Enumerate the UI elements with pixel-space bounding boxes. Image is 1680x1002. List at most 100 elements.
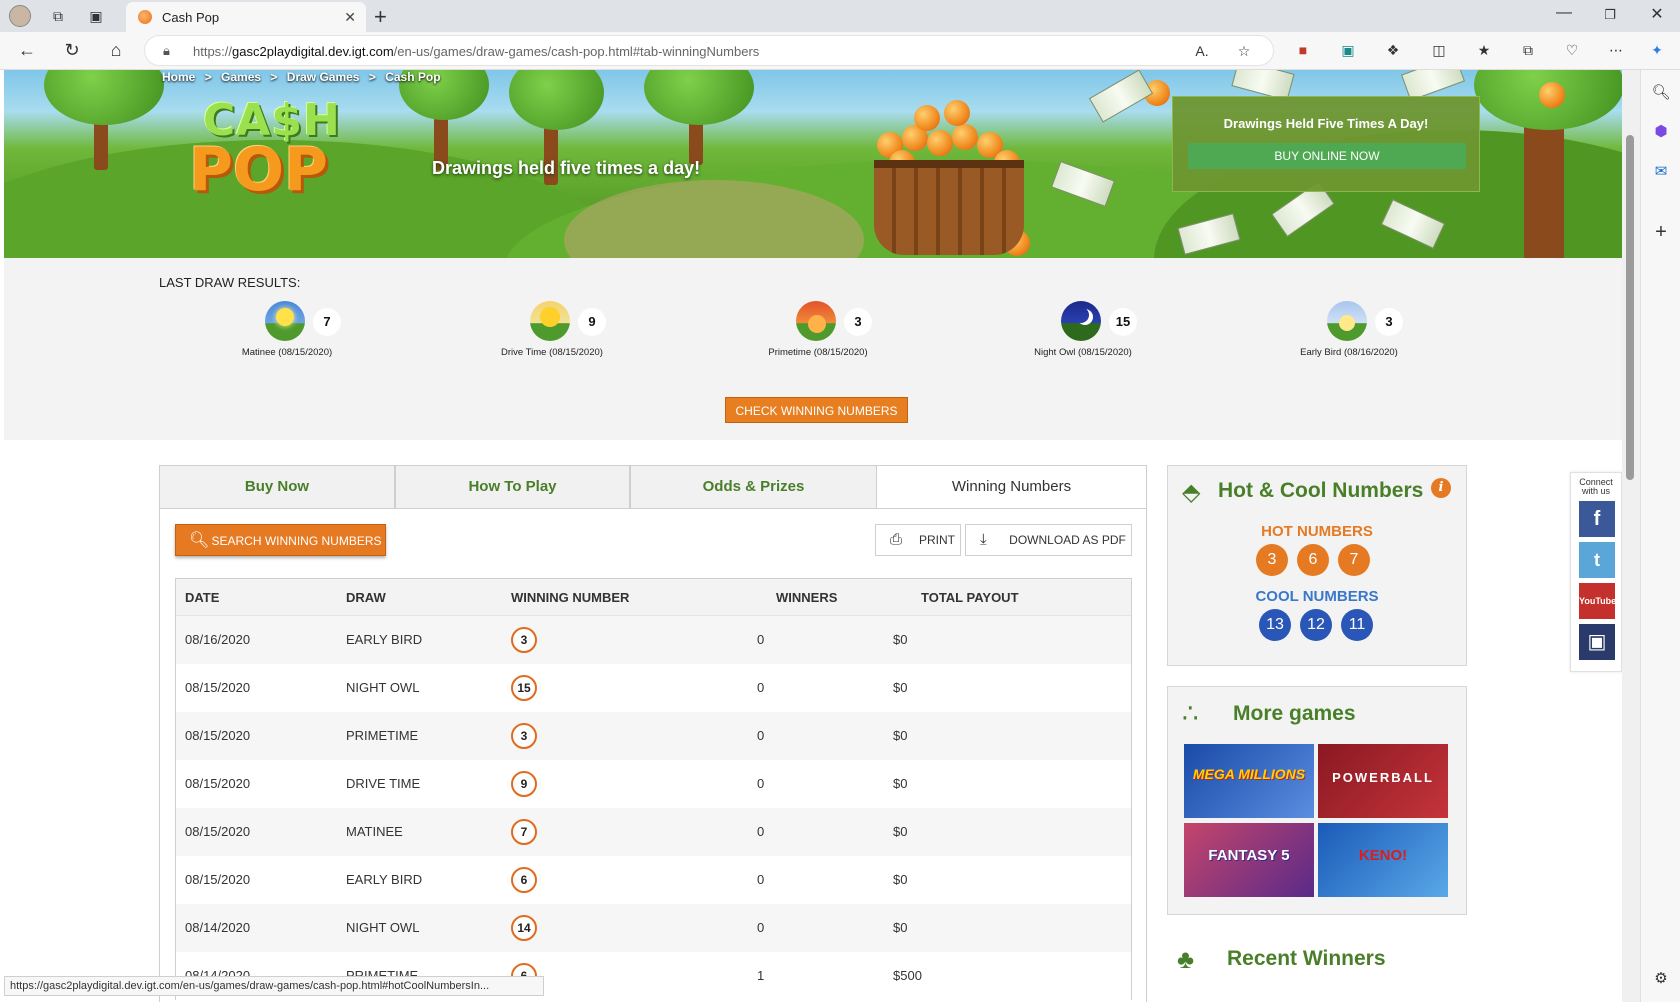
row-draw: EARLY BIRD	[346, 632, 423, 647]
restore-icon[interactable]: ❐	[1595, 7, 1625, 23]
draw-number: 3	[844, 308, 872, 336]
hot-number-ball: 3	[1256, 544, 1288, 576]
game-tile-mega-millions[interactable]: MEGA MILLIONS	[1184, 744, 1314, 818]
buy-online-now-button[interactable]: BUY ONLINE NOW	[1188, 143, 1466, 169]
draw-number: 7	[313, 308, 341, 336]
extension-teal-icon[interactable]: ▣	[1339, 41, 1357, 59]
row-date: 08/16/2020	[185, 632, 251, 647]
read-aloud-icon[interactable]: A.	[1193, 42, 1211, 60]
buy-box-heading: Drawings Held Five Times A Day!	[1223, 116, 1429, 131]
cool-number-ball: 13	[1259, 609, 1291, 641]
breadcrumb: Home > Games > Draw Games > Cash Pop	[162, 70, 441, 84]
game-tile-fantasy-5[interactable]: FANTASY 5	[1184, 823, 1314, 897]
extensions-puzzle-icon[interactable]: ❖	[1384, 41, 1402, 59]
row-payout: $0	[893, 920, 908, 935]
tab-buy-now[interactable]: Buy Now	[159, 465, 395, 509]
game-tile-powerball[interactable]: POWERBALL	[1318, 744, 1448, 818]
hero-banner: Home > Games > Draw Games > Cash Pop CA$…	[4, 70, 1622, 258]
split-screen-icon[interactable]: ◫	[1430, 41, 1448, 59]
search-winning-numbers-button[interactable]: 🔍︎ SEARCH WINNING NUMBERS	[175, 524, 386, 556]
row-draw: DRIVE TIME	[346, 776, 421, 791]
row-date: 08/15/2020	[185, 680, 251, 695]
tab-winning-numbers[interactable]: Winning Numbers	[876, 465, 1147, 509]
home-icon[interactable]: ⌂	[105, 40, 127, 61]
sunset-icon	[796, 301, 836, 341]
close-tab-icon[interactable]: ✕	[344, 9, 356, 26]
copilot-sidebar-icon[interactable]: ⬢	[1650, 121, 1672, 143]
draw-number: 3	[1375, 308, 1403, 336]
collections-icon[interactable]: ⧉	[1519, 41, 1537, 59]
hot-number-ball: 7	[1338, 544, 1370, 576]
draw-number: 9	[578, 308, 606, 336]
row-date: 08/15/2020	[185, 728, 251, 743]
row-draw: NIGHT OWL	[346, 920, 420, 935]
game-tile-keno[interactable]: KENO!	[1318, 823, 1448, 897]
table-body: 08/16/2020 EARLY BIRD 3 0 $0 08/15/2020 NIGHT …	[176, 616, 1131, 1000]
download-pdf-button[interactable]: ⤓ DOWNLOAD AS PDF	[965, 524, 1132, 556]
refresh-icon[interactable]: ↻	[61, 40, 83, 61]
winning-number-ball: 6	[511, 867, 537, 893]
sidebar-settings-icon[interactable]: ⚙	[1650, 968, 1672, 990]
hot-number-ball: 6	[1297, 544, 1329, 576]
tab-odds-prizes[interactable]: Odds & Prizes	[630, 465, 877, 509]
tag-icon: ⬘	[1182, 479, 1201, 506]
draw-result-drive-time: 9 Drive Time (08/15/2020)	[490, 301, 690, 361]
edge-sidebar: 🔍︎ ⬢ ✉ + ⚙	[1640, 70, 1680, 1002]
row-date: 08/15/2020	[185, 872, 251, 887]
draw-caption: Primetime (08/15/2020)	[768, 347, 868, 358]
extension-red-icon[interactable]: ■	[1294, 41, 1312, 59]
youtube-icon[interactable]: YouTube	[1579, 583, 1616, 619]
favorites-icon[interactable]: ★	[1475, 41, 1493, 59]
facebook-icon[interactable]: f	[1579, 501, 1615, 537]
breadcrumb-home[interactable]: Home	[162, 70, 195, 84]
more-menu-icon[interactable]: ⋯	[1607, 41, 1625, 59]
copilot-icon[interactable]: ✦	[1648, 41, 1666, 59]
info-icon[interactable]: i	[1431, 478, 1451, 498]
moon-icon	[1061, 301, 1101, 341]
row-winners: 0	[757, 824, 765, 839]
minimize-icon[interactable]: —	[1549, 4, 1579, 22]
workspaces-icon[interactable]: ⧉	[47, 5, 69, 27]
instagram-icon[interactable]: ▣	[1579, 624, 1615, 660]
social-connect-bar: Connect with us f t YouTube ▣	[1570, 472, 1622, 672]
row-winners: 0	[757, 680, 765, 695]
recent-winners-widget: ♣ Recent Winners	[1167, 932, 1467, 1002]
winning-number-ball: 7	[511, 819, 537, 845]
url-text: https://gasc2playdigital.dev.igt.com/en-…	[193, 44, 760, 59]
twitter-icon[interactable]: t	[1579, 542, 1615, 578]
table-row: 08/14/2020 NIGHT OWL 14 0 $0	[176, 904, 1131, 952]
favorite-star-icon[interactable]: ☆	[1235, 42, 1253, 60]
close-window-icon[interactable]: ✕	[1642, 4, 1672, 24]
address-bar-row: ← ↻ ⌂ 🔒︎ https://gasc2playdigital.dev.ig…	[0, 32, 1680, 70]
browser-tab-cash-pop[interactable]: Cash Pop ✕	[126, 2, 366, 32]
draw-result-night-owl: 15 Night Owl (08/15/2020)	[1021, 301, 1221, 361]
lock-icon[interactable]: 🔒︎	[163, 43, 170, 59]
new-tab-icon[interactable]: +	[374, 4, 387, 30]
breadcrumb-draw-games[interactable]: Draw Games	[287, 70, 360, 84]
breadcrumb-cash-pop[interactable]: Cash Pop	[385, 70, 440, 84]
performance-icon[interactable]: ♡	[1563, 41, 1581, 59]
row-draw: NIGHT OWL	[346, 680, 420, 695]
tab-title: Cash Pop	[162, 9, 220, 25]
more-games-title: More games	[1233, 702, 1356, 725]
col-date: DATE	[185, 590, 220, 605]
profile-avatar-icon[interactable]	[9, 5, 31, 27]
print-button[interactable]: ⎙ PRINT	[875, 524, 961, 556]
check-winning-numbers-button[interactable]: CHECK WINNING NUMBERS	[725, 397, 908, 423]
back-icon[interactable]: ←	[16, 40, 38, 61]
url-input[interactable]: 🔒︎ https://gasc2playdigital.dev.igt.com/…	[144, 35, 1274, 66]
search-icon[interactable]: 🔍︎	[1650, 82, 1672, 104]
add-sidebar-app-icon[interactable]: +	[1650, 221, 1672, 243]
breadcrumb-games[interactable]: Games	[221, 70, 261, 84]
hot-cool-title: Hot & Cool Numbers	[1218, 479, 1424, 502]
winning-numbers-table: DATE DRAW WINNING NUMBER WINNERS TOTAL P…	[175, 578, 1132, 1000]
vertical-tabs-icon[interactable]: ▣	[85, 5, 107, 27]
row-winners: 0	[757, 776, 765, 791]
row-winners: 1	[757, 968, 765, 983]
outlook-icon[interactable]: ✉	[1650, 161, 1672, 183]
row-winners: 0	[757, 872, 765, 887]
scrollbar-thumb[interactable]	[1626, 135, 1634, 480]
sunrise-icon	[1327, 301, 1367, 341]
tab-how-to-play[interactable]: How To Play	[395, 465, 630, 509]
winning-number-ball: 15	[511, 675, 537, 701]
